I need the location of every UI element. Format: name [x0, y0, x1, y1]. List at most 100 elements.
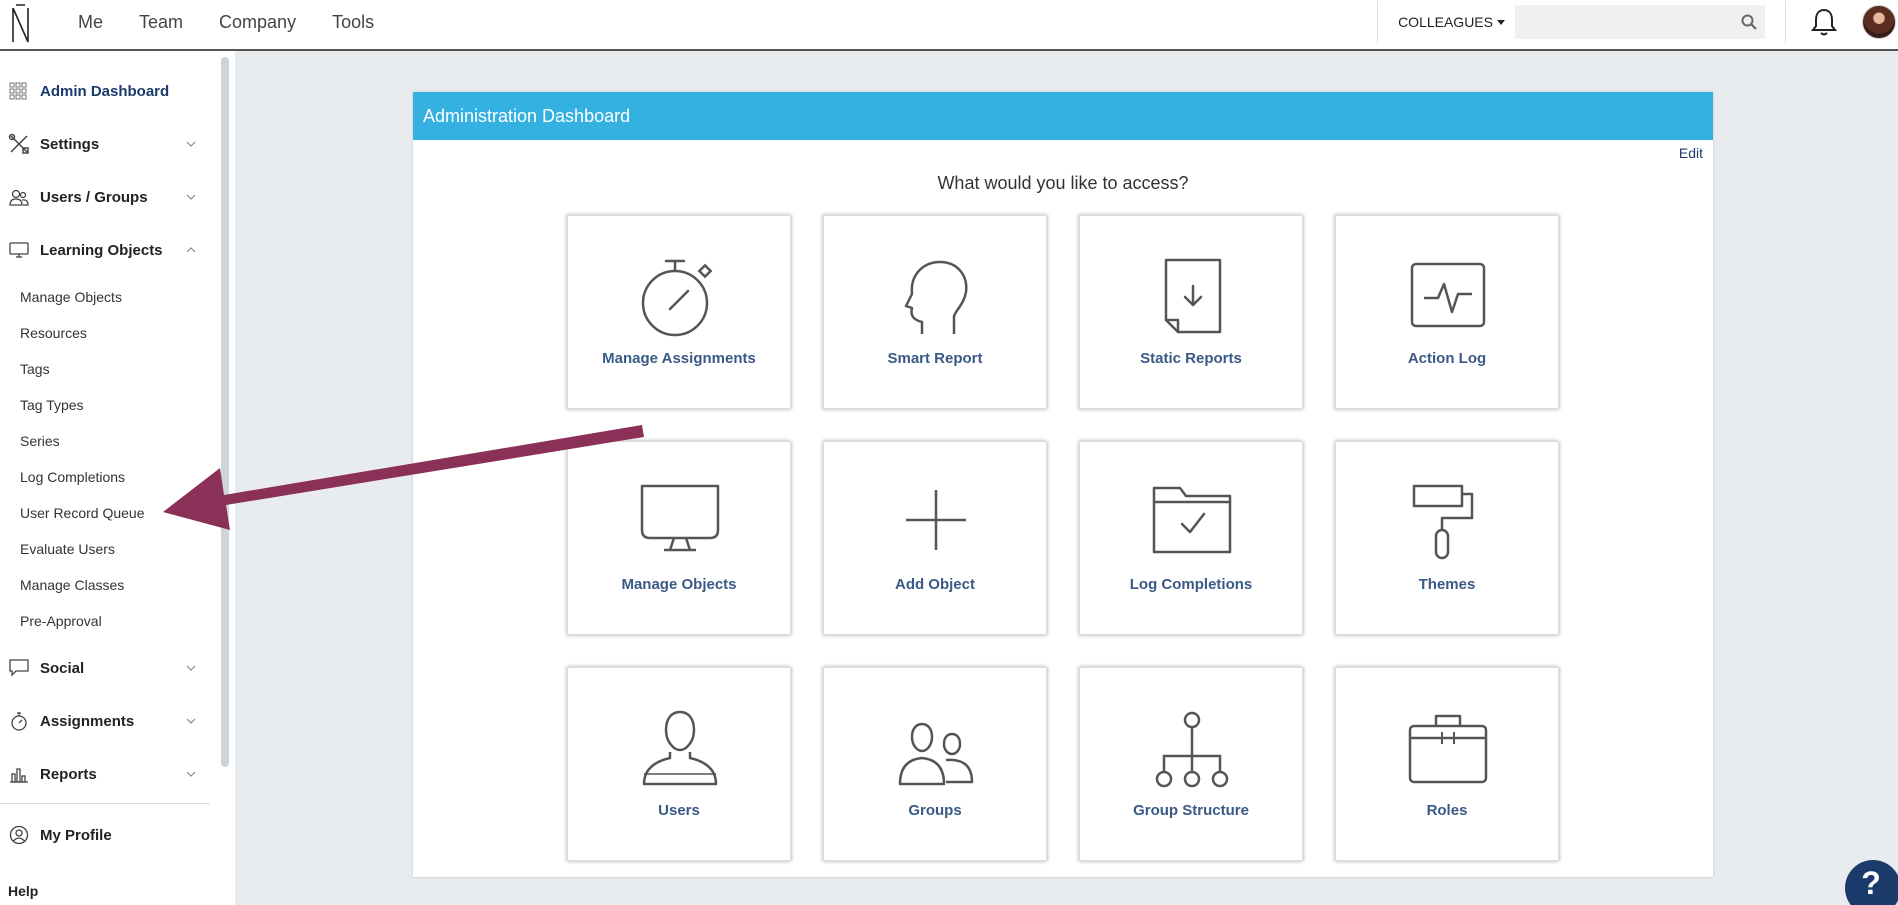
grid-icon — [9, 82, 27, 100]
divider — [0, 803, 210, 804]
topnav-company[interactable]: Company — [219, 12, 296, 33]
dashboard-question: What would you like to access? — [937, 173, 1189, 193]
sidebar-item-admin-dashboard[interactable]: Admin Dashboard — [0, 71, 210, 111]
tile-action-log[interactable]: Action Log — [1335, 215, 1559, 409]
monitor-icon — [640, 484, 720, 552]
sidebar-item-social[interactable]: Social — [0, 648, 210, 688]
tile-smart-report[interactable]: Smart Report — [823, 215, 1047, 409]
tile-label: Users — [658, 802, 700, 819]
tile-log-completions[interactable]: Log Completions — [1079, 441, 1303, 635]
sidebar-subitem-series[interactable]: Series — [20, 433, 60, 449]
sidebar-item-users-groups[interactable]: Users / Groups — [0, 177, 210, 217]
divider — [1785, 1, 1786, 43]
sidebar-item-label: Assignments — [40, 712, 135, 730]
sidebar-item-my-profile[interactable]: My Profile — [0, 815, 210, 855]
stopwatch-icon — [641, 259, 713, 337]
tile-add-object[interactable]: Add Object — [823, 441, 1047, 635]
tile-manage-assignments[interactable]: Manage Assignments — [567, 215, 791, 409]
topnav-team[interactable]: Team — [139, 12, 183, 33]
tile-label: Groups — [908, 802, 962, 819]
notification-bell-icon[interactable] — [1810, 7, 1838, 37]
tile-label: Roles — [1426, 802, 1468, 819]
briefcase-icon — [1408, 714, 1488, 784]
profile-icon — [9, 825, 29, 845]
top-nav: Me Team Company Tools — [60, 0, 392, 44]
tile-static-reports[interactable]: Static Reports — [1079, 215, 1303, 409]
user-icon — [642, 710, 718, 786]
plus-icon — [906, 490, 966, 550]
document-download-icon — [1164, 258, 1222, 334]
search-icon[interactable] — [1741, 14, 1757, 30]
sidebar-scrollbar[interactable] — [221, 57, 229, 767]
tile-label: Smart Report — [887, 350, 983, 367]
edit-link[interactable]: Edit — [1679, 145, 1703, 161]
sidebar-item-label: Settings — [40, 135, 100, 153]
tile-roles[interactable]: Roles — [1335, 667, 1559, 861]
topnav-me[interactable]: Me — [78, 12, 103, 33]
sidebar: Admin Dashboard Settings Users / Groups … — [0, 51, 235, 905]
sidebar-item-label: My Profile — [40, 826, 112, 844]
tile-label: Action Log — [1407, 350, 1487, 367]
tile-label: Manage Assignments — [602, 350, 756, 367]
chevron-up-icon — [186, 247, 196, 253]
sidebar-item-assignments[interactable]: Assignments — [0, 701, 210, 741]
paint-roller-icon — [1412, 484, 1474, 560]
sidebar-item-settings[interactable]: Settings — [0, 124, 210, 164]
sidebar-item-label: Admin Dashboard — [40, 82, 170, 100]
monitor-icon — [9, 242, 29, 258]
tile-users[interactable]: Users — [567, 667, 791, 861]
chevron-down-icon — [186, 141, 196, 147]
caret-down-icon — [1497, 19, 1505, 25]
sidebar-item-learning-objects[interactable]: Learning Objects — [0, 230, 210, 270]
tile-themes[interactable]: Themes — [1335, 441, 1559, 635]
colleagues-label: COLLEAGUES — [1398, 14, 1493, 30]
sidebar-item-label: Learning Objects — [40, 241, 163, 259]
search-box — [1515, 5, 1765, 39]
sidebar-item-label: Social — [40, 659, 85, 677]
tile-manage-objects[interactable]: Manage Objects — [567, 441, 791, 635]
hierarchy-icon — [1155, 711, 1229, 788]
header-actions: COLLEAGUES — [1377, 0, 1898, 44]
sidebar-subitem-log-completions[interactable]: Log Completions — [20, 469, 125, 485]
sidebar-subitem-tags[interactable]: Tags — [20, 361, 50, 377]
chevron-down-icon — [186, 194, 196, 200]
colleagues-dropdown[interactable]: COLLEAGUES — [1398, 14, 1505, 30]
avatar[interactable] — [1862, 5, 1896, 39]
sidebar-subitem-tag-types[interactable]: Tag Types — [20, 397, 84, 413]
logo-icon[interactable] — [10, 4, 32, 44]
tile-group-structure[interactable]: Group Structure — [1079, 667, 1303, 861]
divider — [1377, 1, 1379, 43]
sidebar-subitem-resources[interactable]: Resources — [20, 325, 87, 341]
tools-icon — [8, 133, 29, 154]
tile-label: Group Structure — [1133, 802, 1249, 819]
sidebar-item-reports[interactable]: Reports — [0, 754, 210, 794]
folder-check-icon — [1152, 486, 1232, 554]
bar-chart-icon — [10, 768, 28, 783]
topnav-tools[interactable]: Tools — [332, 12, 374, 33]
users-icon — [9, 189, 29, 206]
tile-groups[interactable]: Groups — [823, 667, 1047, 861]
pulse-monitor-icon — [1410, 262, 1486, 328]
tile-label: Manage Objects — [621, 576, 737, 593]
sidebar-subitem-manage-classes[interactable]: Manage Classes — [20, 577, 124, 593]
tile-label: Add Object — [894, 576, 975, 593]
chevron-down-icon — [186, 771, 196, 777]
sidebar-subitem-manage-objects[interactable]: Manage Objects — [20, 289, 122, 305]
chevron-down-icon — [186, 718, 196, 724]
panel-title: Administration Dashboard — [423, 105, 631, 126]
tile-label: Static Reports — [1140, 350, 1242, 367]
top-bar: Me Team Company Tools COLLEAGUES — [0, 0, 1898, 51]
sidebar-subitem-evaluate-users[interactable]: Evaluate Users — [20, 541, 115, 557]
stopwatch-icon — [11, 712, 27, 731]
panel-header: Administration Dashboard — [413, 92, 1713, 140]
tile-label: Log Completions — [1129, 576, 1253, 593]
sidebar-item-help[interactable]: Help — [8, 883, 38, 899]
help-button[interactable]: ? — [1845, 860, 1898, 905]
tile-label: Themes — [1418, 576, 1476, 593]
admin-dashboard-panel: Administration Dashboard Edit What would… — [413, 92, 1713, 877]
sidebar-subitem-pre-approval[interactable]: Pre-Approval — [20, 613, 102, 629]
sidebar-item-label: Users / Groups — [40, 188, 148, 206]
sidebar-item-label: Reports — [40, 765, 97, 783]
sidebar-subitem-user-record-queue[interactable]: User Record Queue — [20, 505, 145, 521]
search-input[interactable] — [1515, 5, 1765, 39]
